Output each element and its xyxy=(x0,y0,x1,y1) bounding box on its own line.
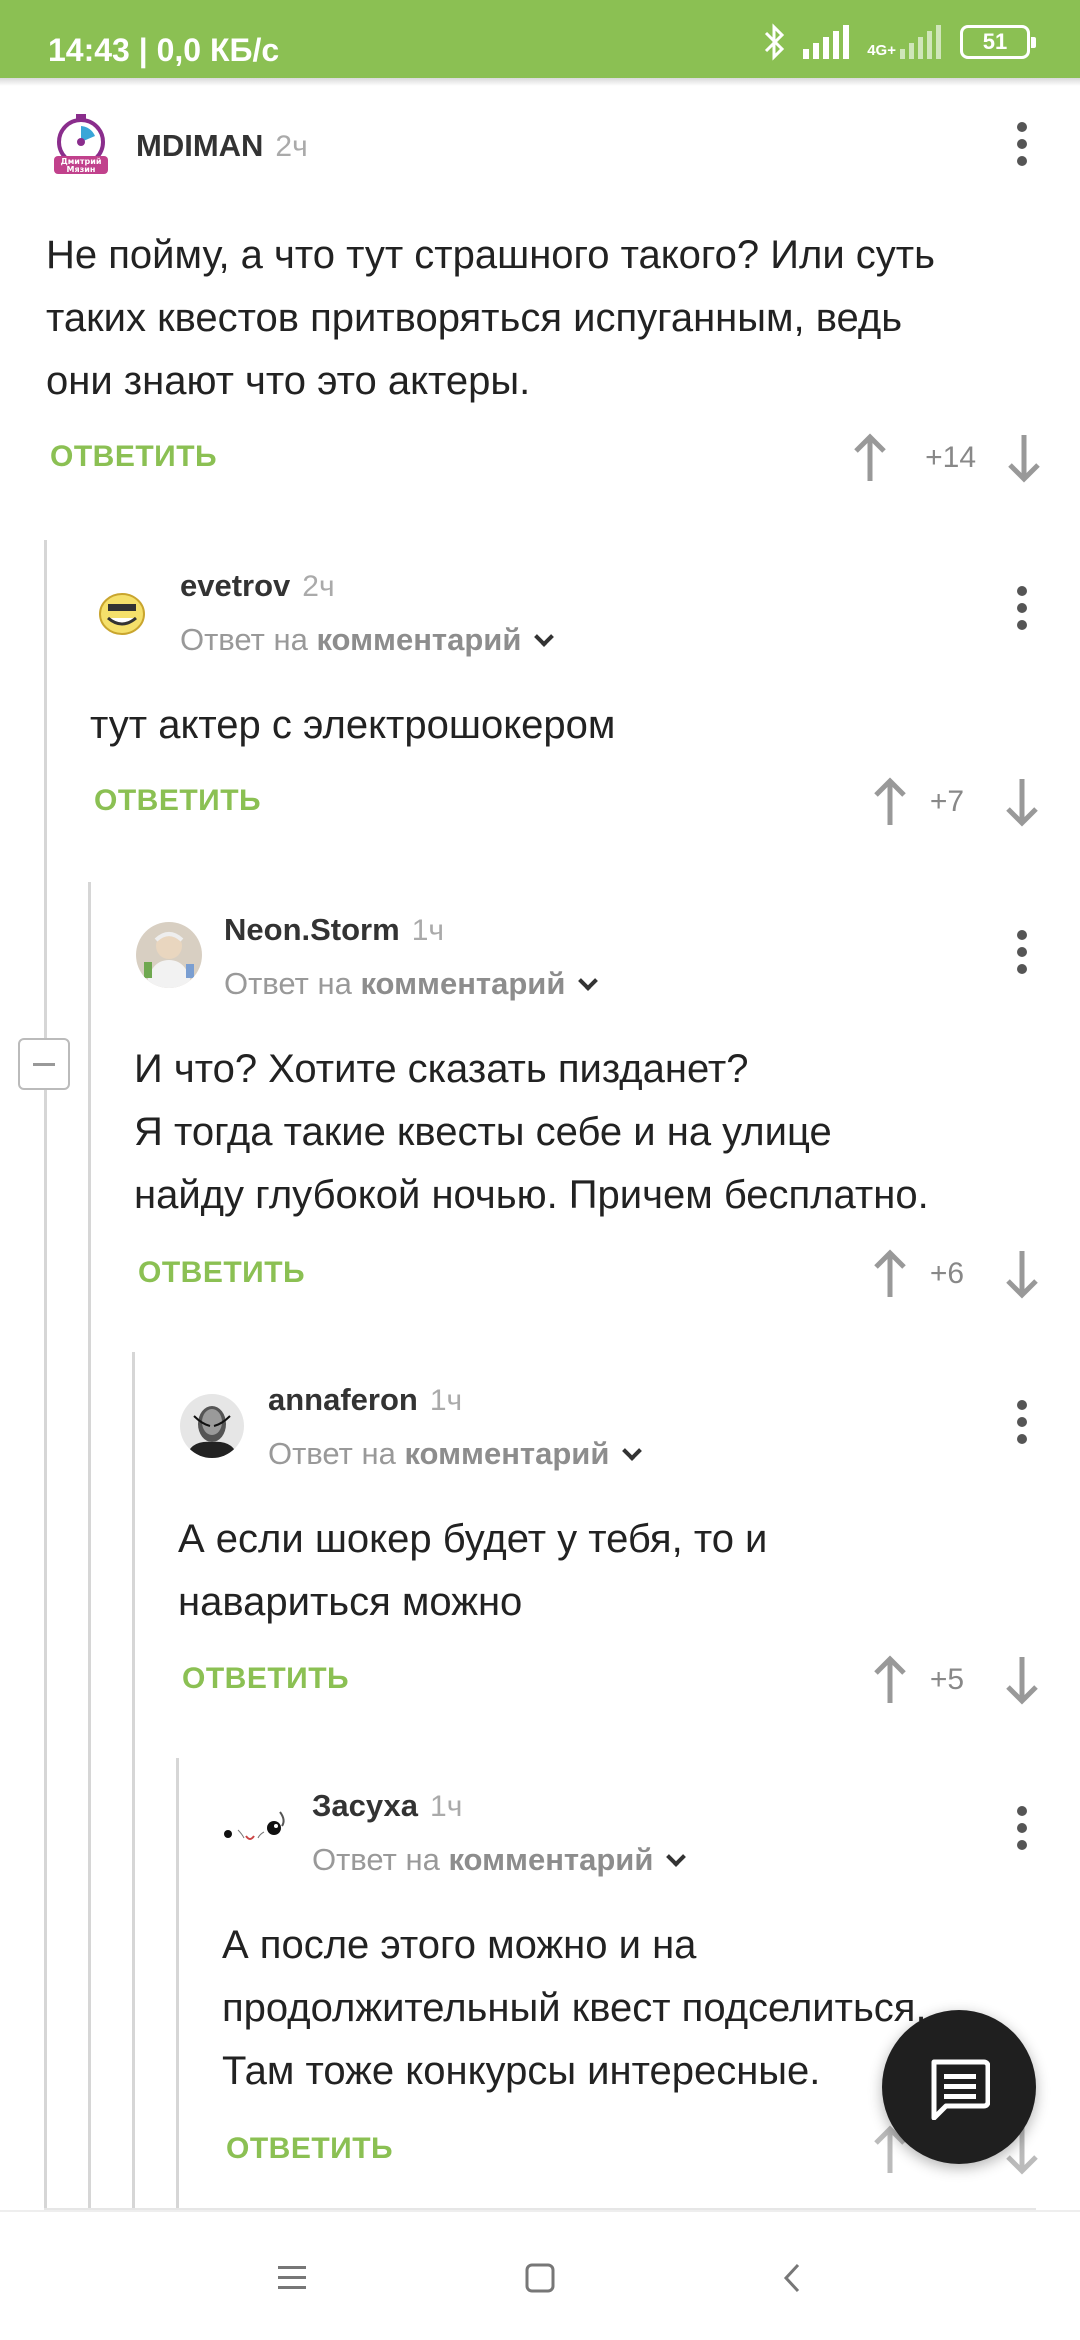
more-options-icon[interactable] xyxy=(1012,122,1032,172)
comment-author[interactable]: evetrov 2ч xyxy=(180,568,335,604)
avatar[interactable] xyxy=(94,584,150,640)
reply-button[interactable]: ОТВЕТИТЬ xyxy=(94,784,261,818)
vote-controls: +14 xyxy=(852,428,1042,488)
reply-to-link[interactable]: Ответ на комментарий xyxy=(312,1842,687,1878)
vote-controls: +7 xyxy=(872,772,1040,832)
thread-line xyxy=(132,1352,135,2210)
upvote-icon[interactable] xyxy=(852,433,888,483)
upvote-icon[interactable] xyxy=(872,1655,908,1705)
status-icons: 4G+ 51 xyxy=(763,22,1036,62)
upvote-icon[interactable] xyxy=(872,1249,908,1299)
vote-controls: +6 xyxy=(872,1244,1040,1304)
status-time-speed: 14:43 | 0,0 КБ/с xyxy=(48,32,280,68)
comment-author[interactable]: Засуха 1ч xyxy=(312,1788,462,1824)
chevron-down-icon[interactable] xyxy=(534,627,555,647)
reply-button[interactable]: ОТВЕТИТЬ xyxy=(138,1256,305,1290)
downvote-icon[interactable] xyxy=(1004,777,1040,827)
avatar[interactable]: Дмитрий Мязин xyxy=(48,112,114,178)
upvote-icon[interactable] xyxy=(872,777,908,827)
statusbar-shadow xyxy=(0,78,1080,86)
comment-author[interactable]: Neon.Storm 1ч xyxy=(224,912,444,948)
comment-rating: +6 xyxy=(929,1257,965,1290)
reply-to-link[interactable]: Ответ на комментарий xyxy=(180,622,555,658)
comment-time: 1ч xyxy=(429,1384,463,1417)
comment-rating: +7 xyxy=(929,785,965,818)
comment-text: тут актер с электрошокером xyxy=(90,703,616,747)
thread-line xyxy=(88,882,91,2210)
avatar[interactable] xyxy=(180,1394,244,1458)
comment-text: А если шокер будет у тебя, то и наварить… xyxy=(178,1517,768,1624)
menu-icon[interactable] xyxy=(276,2262,308,2297)
avatar[interactable] xyxy=(218,1800,290,1860)
thread-line xyxy=(44,540,47,2210)
signal-4g-icon: 4G+ xyxy=(867,25,944,59)
more-options-icon[interactable] xyxy=(1012,586,1032,636)
comment-text: Не пойму, а что тут страшного такого? Ил… xyxy=(46,233,935,403)
home-icon[interactable] xyxy=(524,2262,556,2299)
reply-button[interactable]: ОТВЕТИТЬ xyxy=(182,1662,349,1696)
comment-rating: +5 xyxy=(929,1663,965,1696)
comment-time: 1ч xyxy=(430,1790,463,1823)
more-options-icon[interactable] xyxy=(1012,1400,1032,1450)
comment-time: 2ч xyxy=(302,570,335,603)
comment-text: И что? Хотите сказать пизданет? Я тогда … xyxy=(134,1047,929,1217)
comment-time: 1ч xyxy=(411,914,445,947)
more-options-icon[interactable] xyxy=(1012,930,1032,980)
collapse-thread-button[interactable] xyxy=(18,1038,70,1090)
comment-author[interactable]: annaferon 1ч xyxy=(268,1382,462,1418)
system-nav-bar xyxy=(0,2210,1080,2340)
svg-text:Мязин: Мязин xyxy=(67,165,96,174)
downvote-icon[interactable] xyxy=(1006,433,1042,483)
chevron-down-icon[interactable] xyxy=(622,1441,643,1461)
comment-fab-button[interactable] xyxy=(882,2010,1036,2164)
reply-to-link[interactable]: Ответ на комментарий xyxy=(224,966,599,1002)
comment-text: А после этого можно и на продолжительный… xyxy=(222,1923,927,2093)
more-options-icon[interactable] xyxy=(1012,1806,1032,1856)
downvote-icon[interactable] xyxy=(1004,1249,1040,1299)
downvote-icon[interactable] xyxy=(1004,1655,1040,1705)
thread-line xyxy=(176,1758,179,2210)
status-bar: 14:43 | 0,0 КБ/с 4G+ 51 xyxy=(0,0,1080,78)
chevron-down-icon[interactable] xyxy=(578,971,599,991)
avatar[interactable] xyxy=(136,922,202,988)
vote-controls: +5 xyxy=(872,1650,1040,1710)
chevron-down-icon[interactable] xyxy=(666,1847,687,1867)
comment-author[interactable]: MDIMAN 2ч xyxy=(136,128,308,164)
battery-icon: 51 xyxy=(960,25,1036,59)
reply-to-link[interactable]: Ответ на комментарий xyxy=(268,1436,643,1472)
bluetooth-icon xyxy=(763,22,787,62)
comment-rating: +14 xyxy=(925,441,976,474)
back-icon[interactable] xyxy=(780,2262,804,2299)
reply-button[interactable]: ОТВЕТИТЬ xyxy=(50,440,217,474)
comment-time: 2ч xyxy=(275,130,308,163)
reply-button[interactable]: ОТВЕТИТЬ xyxy=(226,2132,393,2166)
signal-icon xyxy=(803,25,851,59)
